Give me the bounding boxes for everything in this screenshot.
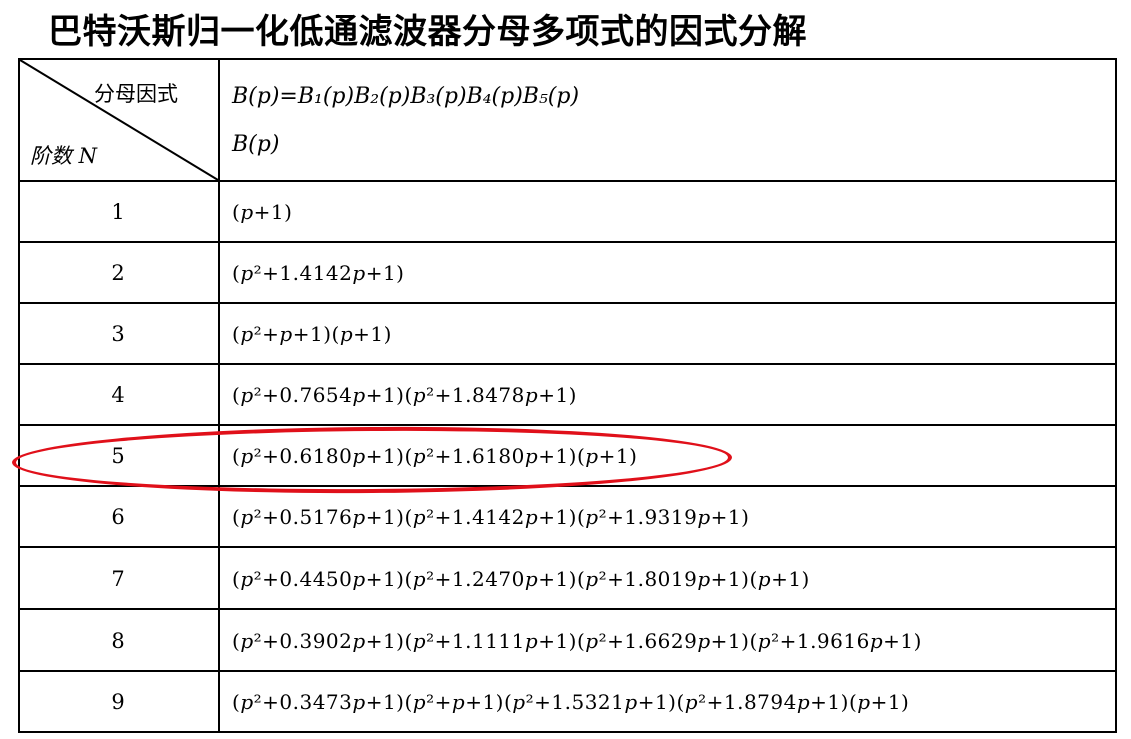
- table-row: 8 (p ²+0.3902 p +1)(p ²+1.1111 p +1)(p ²+1.6629…: [18, 610, 1117, 671]
- header-formula-line1: B(p)=B₁(p)B₂(p)B₃(p)B₄(p)B₅(p): [232, 84, 580, 109]
- order-cell: 1: [111, 199, 125, 224]
- factors-cell: (p ²+0.5176 p +1)(p ²+1.4142 p +1)(p ²+1.9319 p +…: [232, 504, 750, 529]
- factors-cell: (p ²+1.4142 p +1): [232, 260, 405, 285]
- header-formula-line2: B(p): [232, 132, 280, 157]
- header-order-label: 阶数 N: [30, 144, 98, 168]
- factors-cell: (p ²+0.3473 p +1)(p ²+ p +1)(p ²+1.5321 p +1)(p ²+…: [232, 689, 910, 714]
- order-cell: 3: [111, 321, 125, 346]
- page-title: 巴特沃斯归一化低通滤波器分母多项式的因式分解: [48, 12, 807, 52]
- order-cell: 9: [111, 689, 125, 714]
- factors-cell: (p +1): [232, 199, 293, 224]
- table-row: 7 (p ²+0.4450 p +1)(p ²+1.2470 p +1)(p ²+1.8019…: [18, 548, 1117, 609]
- factors-cell: (p ²+0.3902 p +1)(p ²+1.1111 p +1)(p ²+1.6629 p +…: [232, 628, 922, 653]
- factorization-table: 分母因式 阶数 N B(p)=B₁(p)B₂(p)B₃(p)B₄(p)B₅(p)…: [18, 58, 1117, 733]
- factors-cell: (p ²+0.4450 p +1)(p ²+1.2470 p +1)(p ²+1.8019 p +…: [232, 566, 810, 591]
- order-cell: 4: [111, 382, 125, 407]
- table-row: 4 (p ²+0.7654 p +1)(p ²+1.8478 p +1): [18, 364, 1117, 425]
- table-row: 6 (p ²+0.5176 p +1)(p ²+1.4142 p +1)(p ²+1.9319…: [18, 486, 1117, 547]
- order-cell: 2: [111, 260, 125, 285]
- header-factor-label: 分母因式: [94, 82, 178, 106]
- table-row: 3 (p ²+ p +1)(p +1): [18, 303, 1117, 364]
- order-cell: 6: [111, 504, 125, 529]
- factors-cell: (p ²+ p +1)(p +1): [232, 321, 392, 346]
- table-row: 1 (p +1): [18, 181, 1117, 242]
- order-cell: 7: [111, 566, 125, 591]
- table-row: 9 (p ²+0.3473 p +1)(p ²+ p +1)(p ²+1.5321 p +1)(p…: [18, 671, 1117, 732]
- factors-cell: (p ²+0.7654 p +1)(p ²+1.8478 p +1): [232, 382, 577, 407]
- table-row: 2 (p ²+1.4142 p +1): [18, 242, 1117, 303]
- order-cell: 8: [111, 628, 125, 653]
